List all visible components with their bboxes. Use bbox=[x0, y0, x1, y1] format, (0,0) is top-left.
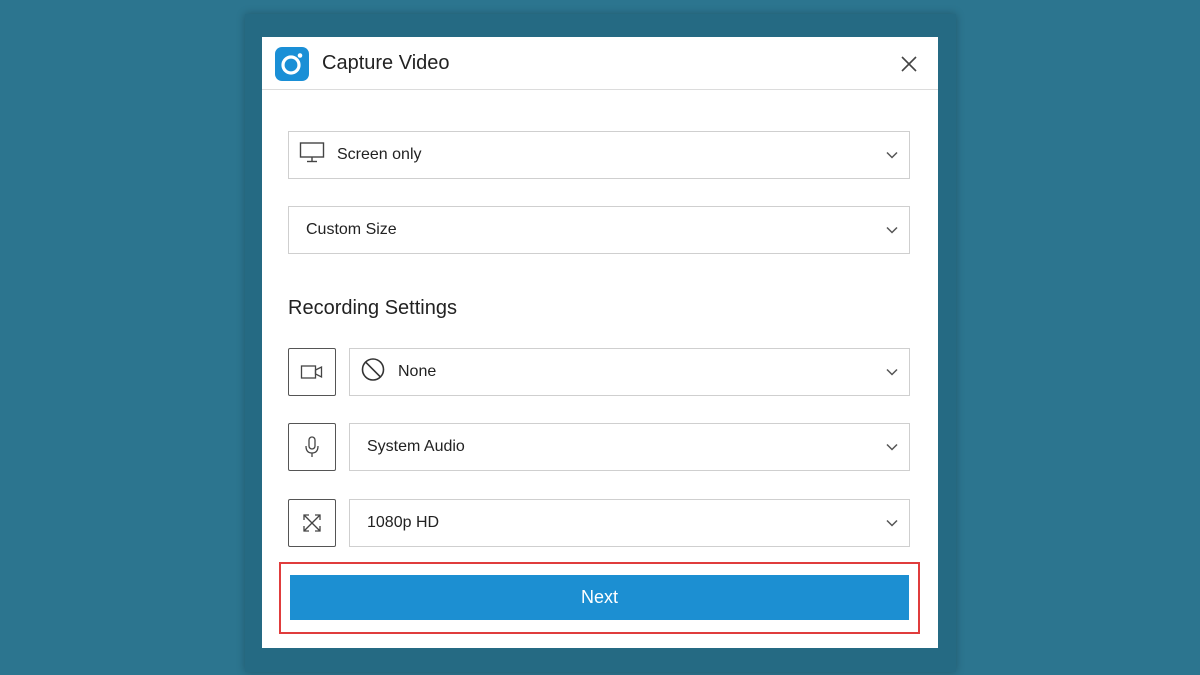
close-icon bbox=[901, 56, 917, 72]
close-button[interactable] bbox=[896, 51, 922, 77]
monitor-icon bbox=[299, 142, 325, 169]
capture-size-value: Custom Size bbox=[306, 221, 397, 238]
audio-select[interactable]: System Audio bbox=[349, 423, 910, 471]
chevron-down-icon bbox=[886, 368, 898, 376]
camera-value: None bbox=[398, 363, 437, 380]
camera-toggle-button[interactable] bbox=[288, 348, 336, 396]
audio-value: System Audio bbox=[367, 438, 465, 455]
chevron-down-icon bbox=[886, 151, 898, 159]
no-entry-icon bbox=[360, 357, 386, 388]
capture-source-select[interactable]: Screen only bbox=[288, 131, 910, 179]
chevron-down-icon bbox=[886, 519, 898, 527]
resolution-select[interactable]: 1080p HD bbox=[349, 499, 910, 547]
capture-size-select[interactable]: Custom Size bbox=[288, 206, 910, 254]
next-button[interactable]: Next bbox=[290, 575, 909, 620]
chevron-down-icon bbox=[886, 443, 898, 451]
camera-icon bbox=[300, 365, 323, 379]
microphone-toggle-button[interactable] bbox=[288, 423, 336, 471]
chevron-down-icon bbox=[886, 226, 898, 234]
camera-select[interactable]: None bbox=[349, 348, 910, 396]
resolution-value: 1080p HD bbox=[367, 514, 440, 531]
camera-lens-icon bbox=[275, 47, 309, 81]
resolution-toggle-button[interactable] bbox=[288, 499, 336, 547]
expand-icon bbox=[303, 514, 321, 532]
dialog-title: Capture Video bbox=[322, 52, 450, 74]
recording-settings-heading: Recording Settings bbox=[288, 297, 457, 319]
microphone-icon bbox=[305, 436, 319, 457]
capture-video-dialog: Capture Video Screen only Custom Size Re… bbox=[262, 37, 938, 648]
dialog-titlebar: Capture Video bbox=[262, 37, 938, 90]
capture-source-value: Screen only bbox=[337, 146, 422, 163]
